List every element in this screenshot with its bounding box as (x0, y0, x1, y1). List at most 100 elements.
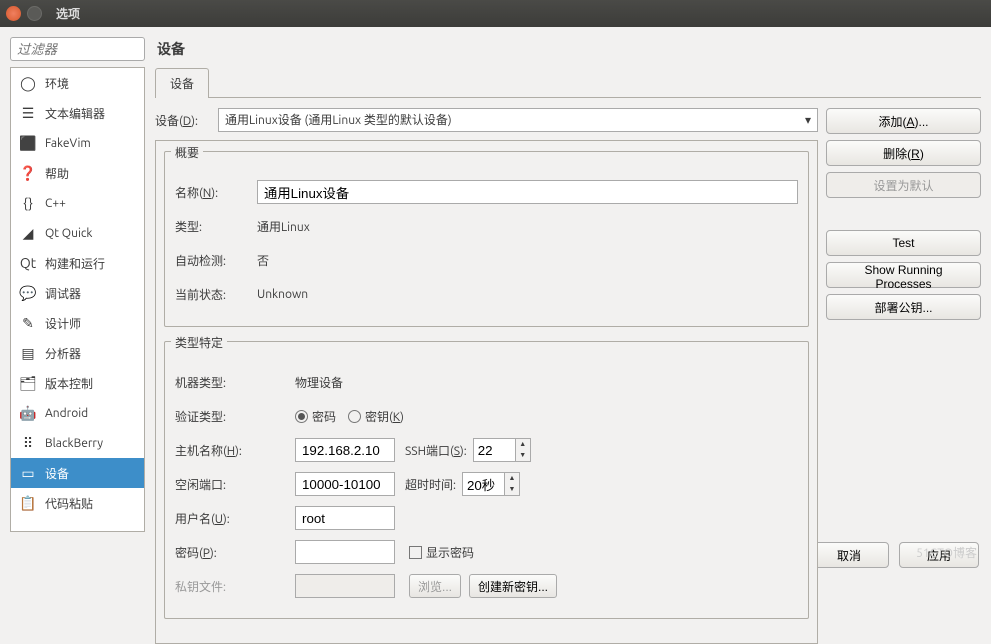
password-input[interactable] (295, 540, 395, 564)
typespec-group: 类型特定 机器类型:物理设备 验证类型: 密码 密钥(K) 主机名称(H): (164, 341, 809, 619)
newkey-button[interactable]: 创建新密钥... (469, 574, 557, 598)
type-label: 类型: (175, 218, 257, 235)
sidebar-item-label: 构建和运行 (45, 255, 105, 272)
sidebar-item-8[interactable]: ✎ 设计师 (11, 308, 144, 338)
typespec-legend: 类型特定 (171, 334, 227, 351)
state-value: Unknown (257, 288, 308, 301)
autodetect-label: 自动检测: (175, 252, 257, 269)
sidebar-item-label: 调试器 (45, 285, 81, 302)
sidebar-icon: 📋 (17, 492, 39, 514)
sidebar-item-9[interactable]: ▤ 分析器 (11, 338, 144, 368)
sidebar-item-label: 设备 (45, 465, 69, 482)
sshport-label: SSH端口(S): (405, 442, 467, 459)
showpw-check[interactable] (409, 546, 422, 559)
device-select[interactable]: 通用Linux设备 (通用Linux 类型的默认设备) ▾ (218, 108, 818, 132)
sidebar: ◯环境 ☰ 文本编辑器 ⬛ FakeVim ❓ 帮助 {} C++ ◢ Qt Quick Qt 构建和运… (10, 37, 145, 532)
machine-value: 物理设备 (295, 374, 343, 391)
sidebar-icon: 🗂 (17, 372, 39, 394)
sidebar-item-3[interactable]: ❓ 帮助 (11, 158, 144, 188)
auth-password-radio[interactable] (295, 410, 308, 423)
user-label: 用户名(U): (175, 510, 295, 527)
sidebar-item-label: 帮助 (45, 165, 69, 182)
sidebar-item-label: Android (45, 407, 88, 420)
sidebar-icon: ◢ (17, 222, 39, 244)
sidebar-icon: ▭ (17, 462, 39, 484)
set-default-button: 设置为默认 (826, 172, 981, 198)
sidebar-icon: {} (17, 192, 39, 214)
type-value: 通用Linux (257, 218, 310, 235)
minimize-icon[interactable] (27, 6, 42, 21)
add-button[interactable]: 添加(A)... (826, 108, 981, 134)
sidebar-item-11[interactable]: 🤖 Android (11, 398, 144, 428)
sidebar-item-10[interactable]: 🗂 版本控制 (11, 368, 144, 398)
sidebar-item-7[interactable]: 💬 调试器 (11, 278, 144, 308)
host-label: 主机名称(H): (175, 442, 295, 459)
filter-input[interactable] (10, 37, 145, 61)
close-icon[interactable] (6, 6, 21, 21)
sidebar-item-2[interactable]: ⬛ FakeVim (11, 128, 144, 158)
sidebar-icon: ☰ (17, 102, 39, 124)
watermark: 51CTO博客 (916, 544, 977, 561)
keyfile-input (295, 574, 395, 598)
overview-legend: 概要 (171, 144, 203, 161)
freeport-label: 空闲端口: (175, 476, 295, 493)
test-button[interactable]: Test (826, 230, 981, 256)
browse-button: 浏览... (409, 574, 461, 598)
sidebar-item-5[interactable]: ◢ Qt Quick (11, 218, 144, 248)
sidebar-item-label: 文本编辑器 (45, 105, 105, 122)
sidebar-icon: ▤ (17, 342, 39, 364)
content: 设备 设备 设备(D): 通用Linux设备 (通用Linux 类型的默认设备)… (155, 37, 981, 532)
sidebar-item-label: FakeVim (45, 137, 91, 150)
sidebar-item-0[interactable]: ◯环境 (11, 68, 144, 98)
sidebar-icon: 💬 (17, 282, 39, 304)
page-title: 设备 (157, 39, 981, 59)
sidebar-item-12[interactable]: ⠿ BlackBerry (11, 428, 144, 458)
freeport-input[interactable] (295, 472, 395, 496)
sidebar-item-6[interactable]: Qt 构建和运行 (11, 248, 144, 278)
overview-group: 概要 名称(N): 类型:通用Linux 自动检测:否 当前状态:Unknown (164, 151, 809, 327)
name-input[interactable] (257, 180, 798, 204)
sidebar-icon: ❓ (17, 162, 39, 184)
delete-button[interactable]: 删除(R) (826, 140, 981, 166)
window-title: 选项 (56, 5, 80, 22)
timeout-label: 超时时间: (405, 476, 456, 493)
sidebar-item-label: 代码粘贴 (45, 495, 93, 512)
show-processes-button[interactable]: Show Running Processes (826, 262, 981, 288)
sidebar-item-label: 分析器 (45, 345, 81, 362)
sidebar-icon: ⠿ (17, 432, 39, 454)
sidebar-icon: ✎ (17, 312, 39, 334)
state-label: 当前状态: (175, 286, 257, 303)
autodetect-value: 否 (257, 252, 269, 269)
sshport-spin[interactable]: ▲▼ (473, 438, 533, 462)
sidebar-icon: 🤖 (17, 402, 39, 424)
sidebar-item-1[interactable]: ☰ 文本编辑器 (11, 98, 144, 128)
titlebar: 选项 (0, 0, 991, 27)
name-label: 名称(N): (175, 184, 257, 201)
chevron-down-icon: ▾ (805, 113, 811, 127)
sidebar-item-4[interactable]: {} C++ (11, 188, 144, 218)
timeout-spin[interactable]: ▲▼ (462, 472, 522, 496)
sidebar-icon: ⬛ (17, 132, 39, 154)
sidebar-icon: Qt (17, 252, 39, 274)
sidebar-item-13[interactable]: ▭ 设备 (11, 458, 144, 488)
sidebar-item-label: BlackBerry (45, 437, 103, 450)
sidebar-item-label: Qt Quick (45, 227, 93, 240)
tab-devices[interactable]: 设备 (155, 68, 209, 98)
sidebar-item-14[interactable]: 📋 代码粘贴 (11, 488, 144, 518)
detail-scroll: 概要 名称(N): 类型:通用Linux 自动检测:否 当前状态:Unknown… (155, 140, 818, 644)
sidebar-item-label: C++ (45, 197, 66, 210)
deploy-key-button[interactable]: 部署公钥... (826, 294, 981, 320)
password-label: 密码(P): (175, 544, 295, 561)
machine-label: 机器类型: (175, 374, 295, 391)
sidebar-list: ◯环境 ☰ 文本编辑器 ⬛ FakeVim ❓ 帮助 {} C++ ◢ Qt Quick Qt 构建和运… (10, 67, 145, 532)
sidebar-item-label: 设计师 (45, 315, 81, 332)
auth-key-radio[interactable] (348, 410, 361, 423)
sidebar-item-label: 环境 (45, 75, 69, 92)
user-input[interactable] (295, 506, 395, 530)
tabrow: 设备 (155, 67, 981, 98)
keyfile-label: 私钥文件: (175, 578, 295, 595)
device-label: 设备(D): (155, 112, 210, 129)
host-input[interactable] (295, 438, 395, 462)
cancel-button[interactable]: 取消 (809, 542, 889, 568)
sidebar-item-label: 版本控制 (45, 375, 93, 392)
